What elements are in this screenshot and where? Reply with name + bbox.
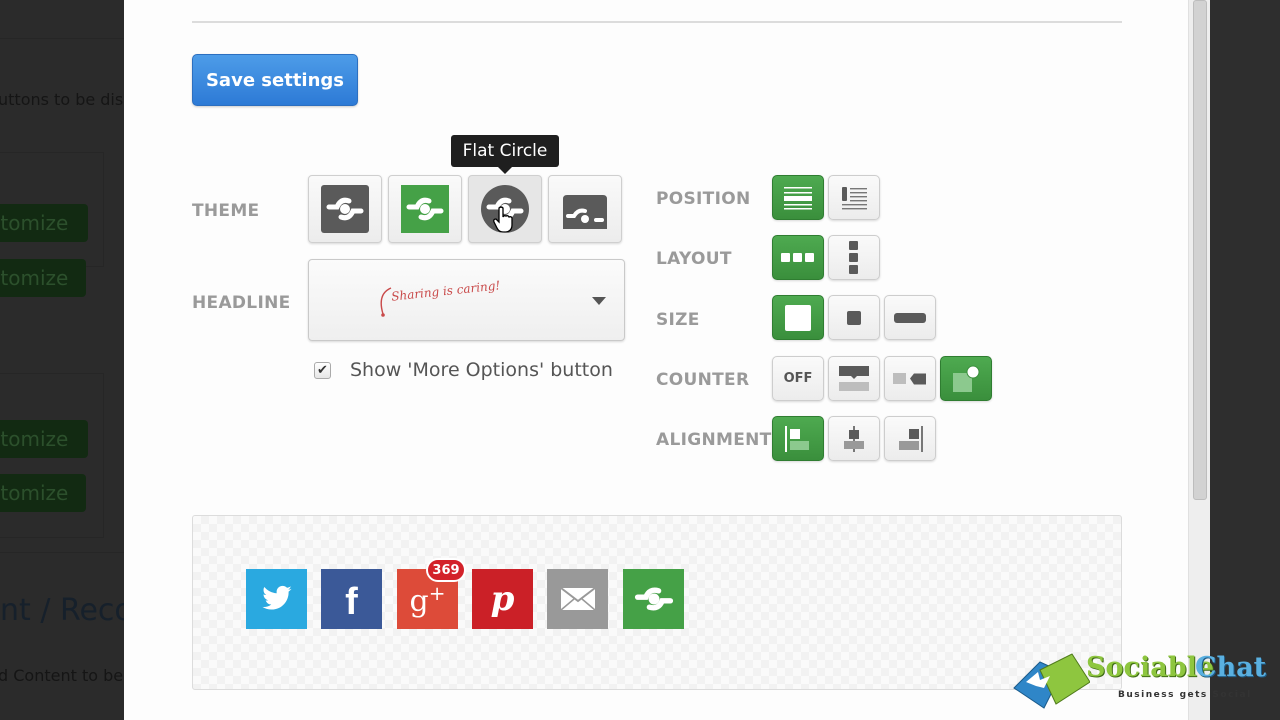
- size-label: SIZE: [656, 310, 700, 330]
- position-option-side[interactable]: [828, 175, 880, 220]
- pinterest-share-button[interactable]: p: [472, 569, 533, 629]
- align-left-icon: [785, 425, 809, 452]
- size-option-wide[interactable]: [884, 295, 936, 340]
- theme-option-flat[interactable]: [308, 175, 382, 243]
- counter-option-top[interactable]: [828, 356, 880, 401]
- layout-option-vertical[interactable]: [828, 235, 880, 280]
- chevron-down-icon: [592, 297, 606, 305]
- background-section-heading: nt / Recor: [0, 593, 124, 628]
- background-overlay-right: [1210, 0, 1280, 720]
- headline-value: Sharing is caring!: [390, 278, 501, 304]
- size-option-small[interactable]: [828, 295, 880, 340]
- sociablechat-logo-icon: [1013, 653, 1090, 709]
- theme-tooltip: Flat Circle: [451, 135, 559, 174]
- theme-label: THEME: [192, 201, 260, 221]
- more-options-checkbox[interactable]: ✔: [314, 362, 331, 379]
- alignment-option-right[interactable]: [884, 416, 936, 461]
- counter-option-bubble[interactable]: [940, 356, 992, 401]
- google-plus-icon: g+: [409, 581, 446, 619]
- background-section-text: d Content to be: [0, 666, 124, 685]
- position-side-icon: [842, 186, 867, 209]
- size-large-icon: [785, 304, 811, 331]
- more-share-button[interactable]: [623, 569, 684, 629]
- theme-option-flat-circle[interactable]: [468, 175, 542, 243]
- alignment-option-left[interactable]: [772, 416, 824, 461]
- checkmark-icon: ✔: [317, 363, 328, 378]
- twitter-icon: [261, 585, 292, 610]
- divider: [0, 552, 124, 553]
- alignment-label: ALIGNMENT: [656, 430, 772, 450]
- size-wide-icon: [894, 312, 926, 323]
- counter-top-icon: [839, 365, 869, 391]
- share-count-badge: 369: [426, 558, 466, 582]
- align-right-icon: [899, 425, 923, 452]
- pinterest-icon: p: [490, 579, 515, 619]
- twitter-share-button[interactable]: [246, 569, 307, 629]
- customize-button: stomize: [0, 204, 88, 242]
- theme-flat-green-icon: [401, 185, 449, 233]
- settings-modal: Save settings THEME Flat Circle HEADLINE…: [124, 0, 1188, 720]
- size-small-icon: [847, 310, 861, 325]
- brand-name-part2: Chat: [1195, 652, 1267, 683]
- position-inline-icon: [784, 186, 812, 209]
- counter-side-icon: [893, 372, 926, 384]
- headline-select[interactable]: Sharing is caring!: [308, 259, 625, 341]
- alignment-option-center[interactable]: [828, 416, 880, 461]
- save-settings-button[interactable]: Save settings: [192, 54, 358, 106]
- counter-bubble-icon: [953, 365, 980, 392]
- email-icon: [559, 587, 596, 611]
- hand-cursor-icon: [493, 206, 513, 232]
- scrollbar-thumb[interactable]: [1193, 0, 1207, 500]
- theme-option-tab[interactable]: [548, 175, 622, 243]
- position-option-inline[interactable]: [772, 175, 824, 220]
- modal-scrollbar[interactable]: [1188, 0, 1210, 720]
- counter-option-side[interactable]: [884, 356, 936, 401]
- theme-tab-icon: [563, 195, 607, 229]
- layout-option-horizontal[interactable]: [772, 235, 824, 280]
- customize-button: stomize: [0, 420, 88, 458]
- email-share-button[interactable]: [547, 569, 608, 629]
- sociablechat-watermark: Sociable Chat Business gets Social: [1010, 650, 1280, 720]
- customize-button: stomize: [0, 259, 86, 297]
- position-label: POSITION: [656, 189, 751, 209]
- share-more-icon: [634, 587, 673, 611]
- theme-option-flat-green[interactable]: [388, 175, 462, 243]
- counter-off-label: OFF: [783, 371, 813, 386]
- counter-label: COUNTER: [656, 370, 750, 390]
- background-page-overlay: uttons to be dis stomize stomize stomize…: [0, 0, 124, 720]
- facebook-icon: f: [345, 580, 358, 623]
- layout-vertical-icon: [849, 240, 858, 274]
- customize-button: stomize: [0, 474, 86, 512]
- background-description: uttons to be dis: [0, 90, 124, 109]
- counter-option-off[interactable]: OFF: [772, 356, 824, 401]
- size-option-large[interactable]: [772, 295, 824, 340]
- divider: [192, 21, 1122, 23]
- headline-label: HEADLINE: [192, 293, 291, 313]
- brand-tagline: Business gets Social: [1118, 690, 1252, 700]
- more-options-label: Show 'More Options' button: [350, 359, 613, 381]
- layout-horizontal-icon: [781, 252, 814, 262]
- theme-flat-dark-icon: [321, 185, 369, 233]
- align-center-icon: [844, 425, 864, 452]
- share-buttons-preview: f g+ 369 p: [192, 515, 1122, 690]
- facebook-share-button[interactable]: f: [321, 569, 382, 629]
- layout-label: LAYOUT: [656, 249, 732, 269]
- divider: [0, 38, 124, 39]
